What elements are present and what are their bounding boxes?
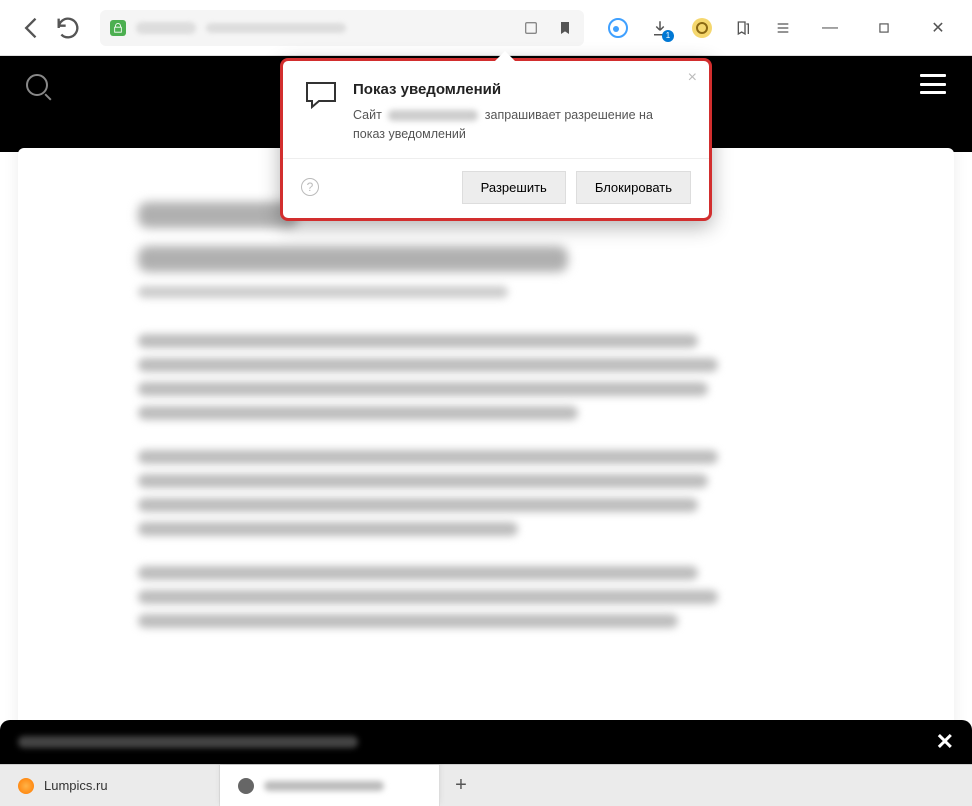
allow-button[interactable]: Разрешить — [462, 171, 566, 204]
dialog-close-button[interactable]: × — [688, 69, 697, 87]
article-content — [18, 148, 954, 764]
downloads-count-badge: 1 — [662, 30, 674, 42]
bookmark-icon[interactable] — [556, 19, 574, 37]
back-button[interactable] — [18, 14, 46, 42]
minimize-button[interactable]: — — [814, 12, 846, 44]
page-title-blurred — [206, 23, 346, 33]
menu-icon[interactable] — [774, 19, 792, 37]
article-meta-blurred — [138, 286, 508, 298]
dialog-description: Сайт запрашивает разрешение на показ уве… — [353, 106, 687, 144]
paragraph-blurred — [138, 498, 698, 512]
tab-label-blurred — [264, 781, 384, 791]
paragraph-blurred — [138, 382, 708, 396]
cookie-banner: ✕ — [0, 720, 972, 764]
favicon-icon — [18, 778, 34, 794]
paragraph-blurred — [138, 406, 578, 420]
help-button[interactable]: ? — [301, 178, 319, 196]
cookie-text-blurred — [18, 736, 358, 748]
paragraph-blurred — [138, 522, 518, 536]
block-button[interactable]: Блокировать — [576, 171, 691, 204]
paragraph-blurred — [138, 474, 708, 488]
paragraph-blurred — [138, 334, 698, 348]
site-menu-button[interactable] — [920, 74, 946, 94]
dialog-pointer — [495, 51, 515, 61]
reload-button[interactable] — [54, 14, 82, 42]
browser-toolbar: 1 — ✕ — [0, 0, 972, 56]
url-text-blurred — [136, 22, 196, 34]
favicon-icon — [238, 778, 254, 794]
cookie-close-button[interactable]: ✕ — [936, 729, 954, 755]
paragraph-blurred — [138, 590, 718, 604]
dialog-title: Показ уведомлений — [353, 81, 687, 98]
address-bar[interactable] — [100, 10, 584, 46]
collections-icon[interactable] — [734, 19, 752, 37]
reader-mode-icon[interactable] — [522, 19, 540, 37]
paragraph-blurred — [138, 566, 698, 580]
speech-bubble-icon — [305, 81, 337, 144]
headline-blurred — [138, 202, 298, 228]
maximize-button[interactable] — [868, 12, 900, 44]
notification-permission-dialog: × Показ уведомлений Сайт запрашивает раз… — [280, 58, 712, 221]
paragraph-blurred — [138, 614, 678, 628]
lock-icon — [110, 20, 126, 36]
tab-label: Lumpics.ru — [44, 778, 108, 793]
tab-current[interactable] — [220, 765, 440, 806]
paragraph-blurred — [138, 450, 718, 464]
close-button[interactable]: ✕ — [922, 12, 954, 44]
yandex-services-icon[interactable] — [608, 18, 628, 38]
site-name-blurred — [388, 110, 478, 121]
paragraph-blurred — [138, 358, 718, 372]
tab-lumpics[interactable]: Lumpics.ru — [0, 765, 220, 806]
headline-blurred — [138, 246, 568, 272]
search-icon[interactable] — [26, 74, 48, 96]
tab-bar: Lumpics.ru + — [0, 764, 972, 806]
new-tab-button[interactable]: + — [440, 765, 482, 806]
downloads-button[interactable]: 1 — [650, 18, 670, 38]
extension-icon[interactable] — [692, 18, 712, 38]
